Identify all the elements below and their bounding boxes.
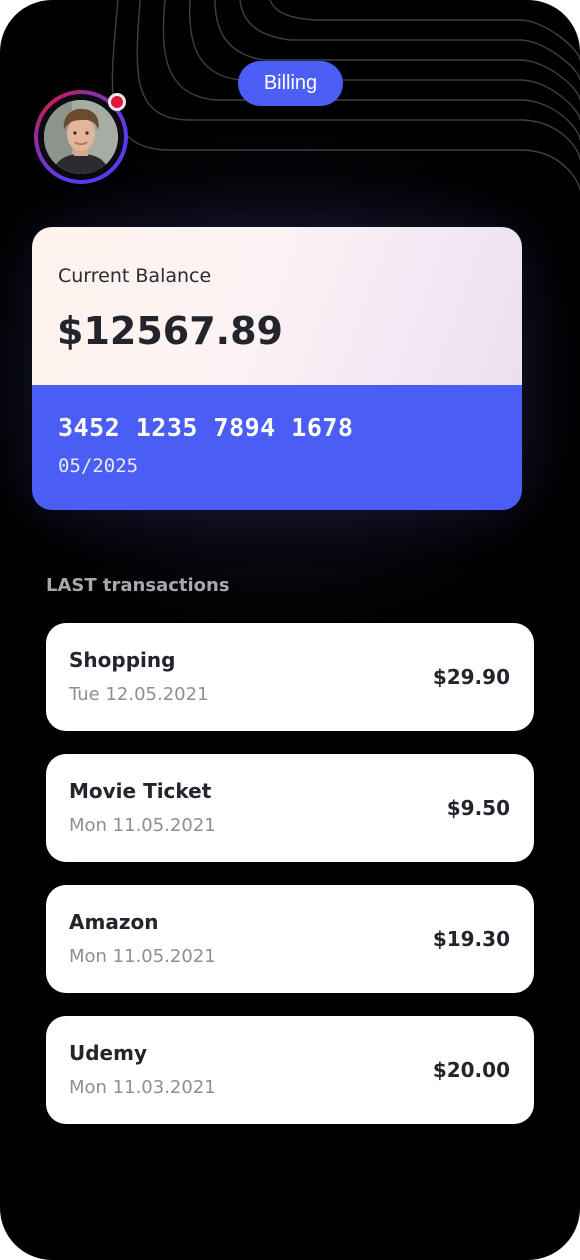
transaction-amount: $29.90 [432,665,510,689]
avatar-image [44,100,118,174]
card-details-section: 3452 1235 7894 1678 05/2025 [32,385,522,510]
transaction-amount: $9.50 [446,796,510,820]
card-number: 3452 1235 7894 1678 [58,413,354,442]
transaction-date: Mon 11.05.2021 [69,946,216,967]
transaction-item[interactable]: Udemy Mon 11.03.2021 $20.00 [46,1016,534,1124]
notification-dot [108,93,126,111]
transaction-title: Udemy [69,1041,147,1065]
transaction-date: Tue 12.05.2021 [69,684,209,705]
card-expiry: 05/2025 [58,455,139,477]
transactions-heading: LAST transactions [46,575,230,596]
transaction-date: Mon 11.03.2021 [69,1077,216,1098]
transaction-item[interactable]: Shopping Tue 12.05.2021 $29.90 [46,623,534,731]
transaction-item[interactable]: Movie Ticket Mon 11.05.2021 $9.50 [46,754,534,862]
balance-card[interactable]: Current Balance $12567.89 3452 1235 7894… [32,227,522,510]
balance-label: Current Balance [58,265,212,287]
transaction-title: Shopping [69,648,176,672]
avatar [44,100,118,174]
transaction-amount: $19.30 [432,927,510,951]
transaction-amount: $20.00 [432,1058,510,1082]
app-screen: Billing Current Balance $12567.89 3452 1… [0,0,580,1260]
transaction-item[interactable]: Amazon Mon 11.05.2021 $19.30 [46,885,534,993]
card-balance-section: Current Balance $12567.89 [32,227,522,385]
balance-value: $12567.89 [57,309,283,353]
tab-billing[interactable]: Billing [238,61,343,106]
transaction-title: Movie Ticket [69,779,212,803]
transaction-title: Amazon [69,910,159,934]
transaction-date: Mon 11.05.2021 [69,815,216,836]
